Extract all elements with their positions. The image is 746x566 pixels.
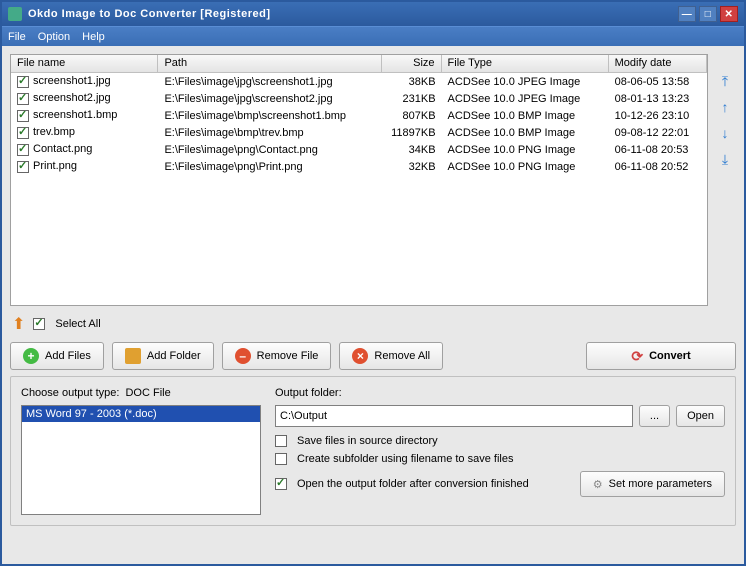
file-list[interactable]: File name Path Size File Type Modify dat…: [10, 54, 708, 306]
plus-icon: +: [23, 348, 39, 364]
save-source-label: Save files in source directory: [297, 435, 438, 447]
col-name[interactable]: File name: [11, 55, 158, 72]
table-row[interactable]: Contact.pngE:\Files\image\png\Contact.pn…: [11, 141, 707, 158]
file-list-header: File name Path Size File Type Modify dat…: [11, 55, 707, 73]
add-files-button[interactable]: +Add Files: [10, 342, 104, 370]
remove-file-button[interactable]: –Remove File: [222, 342, 332, 370]
row-checkbox[interactable]: [17, 127, 29, 139]
col-path[interactable]: Path: [158, 55, 382, 72]
app-icon: [8, 7, 22, 21]
output-folder-label: Output folder:: [275, 387, 725, 399]
row-checkbox[interactable]: [17, 76, 29, 88]
menu-file[interactable]: File: [8, 31, 26, 43]
open-after-checkbox[interactable]: [275, 478, 287, 490]
reorder-arrows: ⤒ ↑ ↓ ⤓: [714, 54, 736, 306]
save-source-checkbox[interactable]: [275, 435, 287, 447]
x-icon: ×: [352, 348, 368, 364]
set-parameters-button[interactable]: ⚙Set more parameters: [580, 471, 725, 497]
table-row[interactable]: screenshot1.jpgE:\Files\image\jpg\screen…: [11, 73, 707, 90]
output-folder-input[interactable]: [275, 405, 633, 427]
titlebar: Okdo Image to Doc Converter [Registered]…: [2, 2, 744, 26]
col-type[interactable]: File Type: [442, 55, 609, 72]
convert-button[interactable]: ⟳Convert: [586, 342, 736, 370]
table-row[interactable]: screenshot2.jpgE:\Files\image\jpg\screen…: [11, 90, 707, 107]
row-checkbox[interactable]: [17, 144, 29, 156]
convert-icon: ⟳: [631, 348, 643, 365]
col-date[interactable]: Modify date: [609, 55, 707, 72]
add-folder-button[interactable]: Add Folder: [112, 342, 214, 370]
up-folder-icon[interactable]: ⬆: [12, 314, 25, 334]
remove-all-button[interactable]: ×Remove All: [339, 342, 443, 370]
browse-button[interactable]: ...: [639, 405, 670, 427]
menubar: File Option Help: [2, 26, 744, 46]
output-type-list[interactable]: MS Word 97 - 2003 (*.doc): [21, 405, 261, 515]
gear-icon: ⚙: [593, 478, 603, 491]
maximize-button[interactable]: □: [699, 6, 717, 22]
table-row[interactable]: Print.pngE:\Files\image\png\Print.png32K…: [11, 158, 707, 175]
output-type-value: DOC File: [125, 387, 170, 399]
menu-help[interactable]: Help: [82, 31, 105, 43]
folder-icon: [125, 348, 141, 364]
close-button[interactable]: ✕: [720, 6, 738, 22]
menu-option[interactable]: Option: [38, 31, 70, 43]
move-top-icon[interactable]: ⤒: [716, 72, 734, 90]
select-all-label: Select All: [55, 318, 100, 330]
row-checkbox[interactable]: [17, 161, 29, 173]
subfolder-label: Create subfolder using filename to save …: [297, 453, 513, 465]
col-size[interactable]: Size: [382, 55, 441, 72]
minus-icon: –: [235, 348, 251, 364]
minimize-button[interactable]: —: [678, 6, 696, 22]
table-row[interactable]: screenshot1.bmpE:\Files\image\bmp\screen…: [11, 107, 707, 124]
row-checkbox[interactable]: [17, 93, 29, 105]
output-type-label: Choose output type:: [21, 387, 119, 399]
select-all-checkbox[interactable]: [33, 318, 45, 330]
open-after-label: Open the output folder after conversion …: [297, 478, 529, 490]
window-title: Okdo Image to Doc Converter [Registered]: [28, 8, 678, 20]
row-checkbox[interactable]: [17, 110, 29, 122]
table-row[interactable]: trev.bmpE:\Files\image\bmp\trev.bmp11897…: [11, 124, 707, 141]
subfolder-checkbox[interactable]: [275, 453, 287, 465]
output-type-option[interactable]: MS Word 97 - 2003 (*.doc): [22, 406, 260, 422]
move-up-icon[interactable]: ↑: [716, 98, 734, 116]
move-down-icon[interactable]: ↓: [716, 124, 734, 142]
move-bottom-icon[interactable]: ⤓: [716, 150, 734, 168]
open-button[interactable]: Open: [676, 405, 725, 427]
